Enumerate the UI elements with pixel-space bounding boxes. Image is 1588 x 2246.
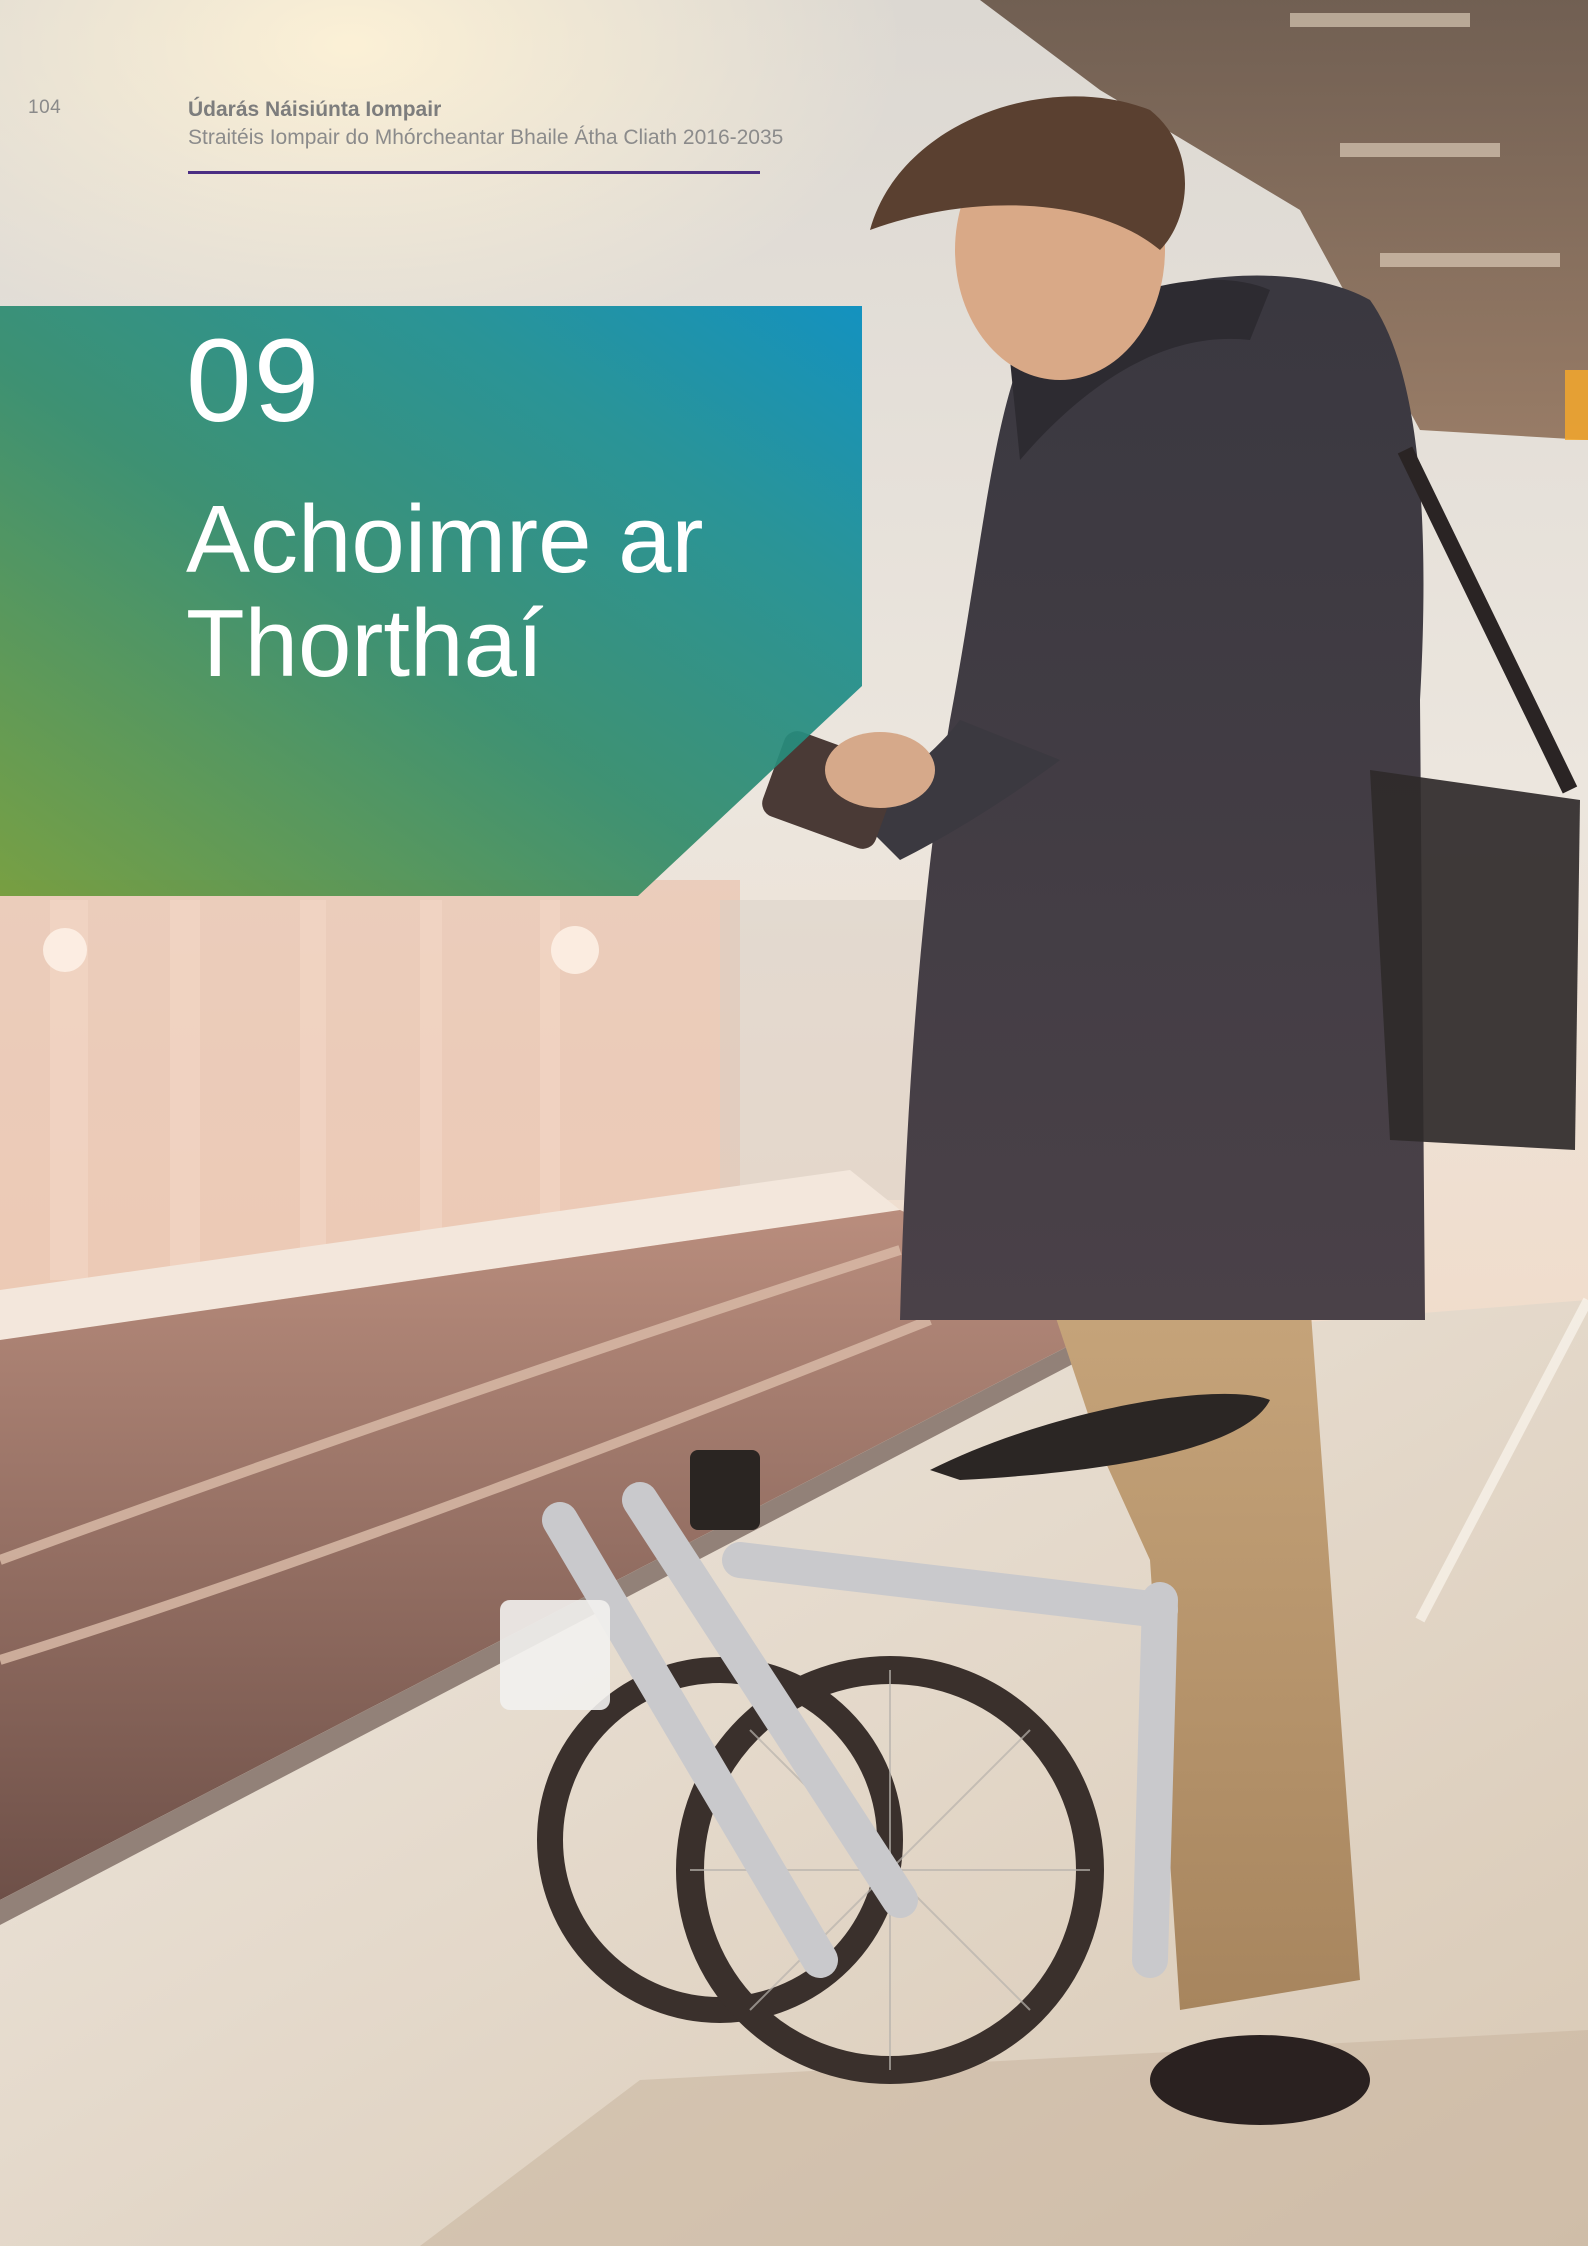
organisation-name: Údarás Náisiúnta Iompair [188, 98, 442, 121]
page-number: 104 [28, 97, 62, 118]
document-page: 104 Údarás Náisiúnta Iompair Straitéis I… [0, 0, 1588, 2246]
chapter-title-line-1: Achoimre ar [186, 486, 704, 593]
chapter-title-line-2: Thorthaí [186, 590, 544, 697]
chapter-title: Achoimre ar Thorthaí [186, 488, 704, 696]
chapter-number: 09 [186, 315, 322, 447]
header-rule [188, 171, 760, 174]
document-title: Straitéis Iompair do Mhórcheantar Bhaile… [188, 126, 784, 149]
running-header: Údarás Náisiúnta Iompair Straitéis Iompa… [188, 96, 783, 152]
